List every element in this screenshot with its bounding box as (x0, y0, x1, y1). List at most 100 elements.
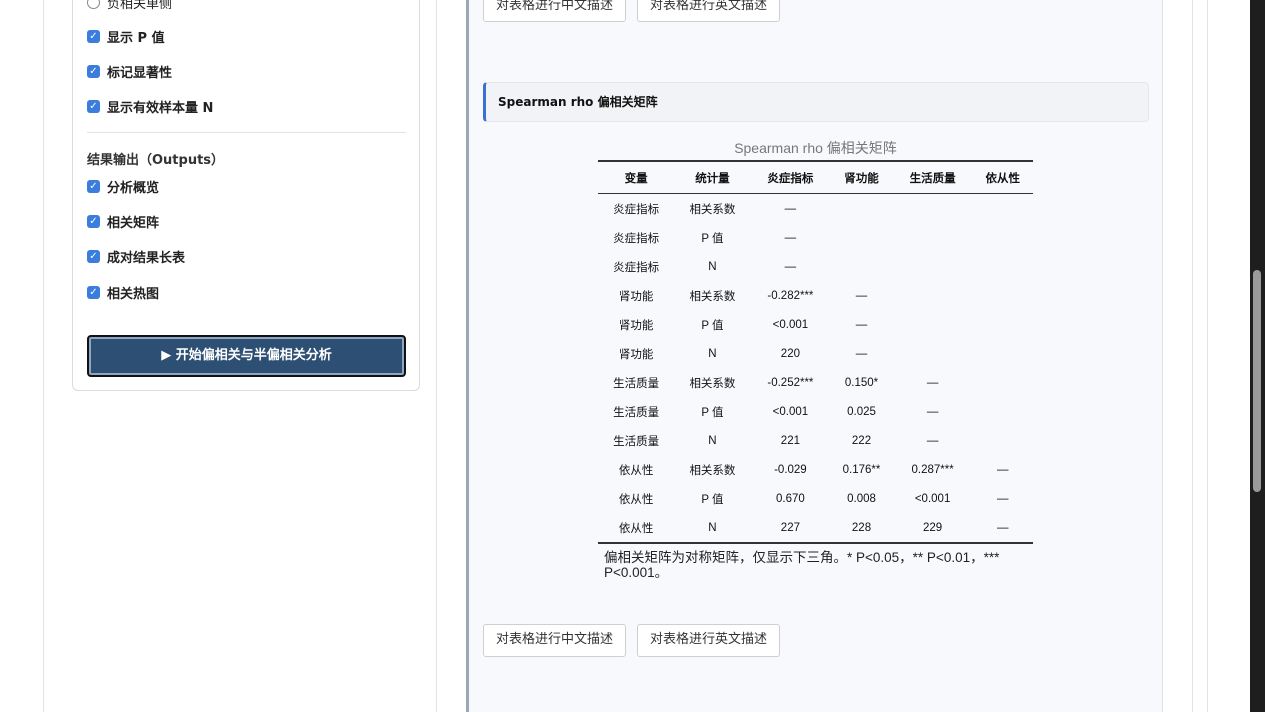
table-row: 依从性 N 227 228 229— (598, 513, 1033, 544)
output-matrix[interactable]: ✓ 相关矩阵 (87, 212, 159, 231)
checkbox-checked-icon[interactable]: ✓ (87, 215, 100, 228)
cell-renal: — (855, 347, 868, 360)
cell-statistic: 相关系数 (689, 290, 736, 303)
cell-inflammation: — (784, 231, 797, 244)
cell-renal: 0.150* (844, 376, 879, 389)
divider (87, 132, 406, 133)
cell-adherence (972, 223, 1033, 252)
table-caption: Spearman rho 偏相关矩阵 (734, 140, 897, 156)
cell-variable: 炎症指标 (613, 203, 660, 216)
checkbox-checked-icon[interactable]: ✓ (87, 30, 100, 43)
cell-statistic: 相关系数 (689, 464, 736, 477)
cell-renal: 0.025 (847, 405, 876, 418)
table-row: 炎症指标 P 值 — (598, 223, 1033, 252)
option-mark-significance[interactable]: ✓ 标记显著性 (87, 62, 172, 81)
cell-renal: 0.176** (842, 463, 881, 476)
cell-adherence (972, 426, 1033, 455)
cell-renal (830, 194, 893, 224)
cell-quality-of-life: — (926, 405, 939, 418)
cell-inflammation: -0.252*** (767, 376, 814, 389)
cell-variable: 肾功能 (618, 290, 654, 303)
cell-variable: 生活质量 (613, 377, 660, 390)
section-header: Spearman rho 偏相关矩阵 (483, 82, 1149, 122)
output-heatmap[interactable]: ✓ 相关热图 (87, 283, 159, 302)
table-note: 偏相关矩阵为对称矩阵，仅显示下三角。* P<0.05，** P<0.01，***… (604, 550, 1000, 580)
header-quality-of-life: 生活质量 (892, 160, 973, 194)
cell-inflammation: 220 (780, 347, 800, 360)
option-show-n[interactable]: ✓ 显示有效样本量 N (87, 97, 213, 116)
cell-adherence: — (972, 513, 1033, 544)
cell-quality-of-life (893, 223, 973, 252)
cell-statistic: N (708, 434, 717, 447)
frame-line-left (43, 0, 44, 712)
cell-variable: 依从性 (618, 493, 654, 506)
option-negative-one-sided[interactable]: 负相关单侧 (87, 0, 172, 12)
output-label: 相关矩阵 (107, 216, 160, 231)
cell-inflammation: <0.001 (772, 318, 809, 331)
cell-renal: 228 (830, 513, 893, 544)
table-row: 炎症指标 相关系数 — (598, 194, 1033, 224)
output-pairwise-long[interactable]: ✓ 成对结果长表 (87, 247, 185, 266)
checkbox-checked-icon[interactable]: ✓ (87, 286, 100, 299)
cell-renal: 0.008 (847, 492, 876, 505)
header-statistic: 统计量 (674, 160, 751, 194)
cell-quality-of-life: 229 (892, 513, 973, 544)
cell-statistic: N (708, 347, 717, 360)
cell-variable: 生活质量 (613, 406, 660, 419)
cell-adherence (972, 194, 1033, 224)
checkbox-checked-icon[interactable]: ✓ (87, 250, 100, 263)
cell-inflammation: 0.670 (776, 492, 805, 505)
cell-adherence (972, 339, 1033, 368)
cell-inflammation: 227 (750, 513, 831, 544)
table-row: 炎症指标 N — (598, 252, 1033, 281)
cell-quality-of-life (893, 310, 973, 339)
frame-line-right (1192, 0, 1193, 712)
table-row: 肾功能 P 值 <0.001 — (598, 310, 1033, 339)
cell-inflammation: — (784, 260, 797, 273)
cell-adherence: — (996, 492, 1009, 505)
cell-variable: 依从性 (598, 513, 675, 544)
cell-statistic: P 值 (701, 232, 724, 245)
table-row: 生活质量 相关系数 -0.252*** 0.150* — (598, 368, 1033, 397)
describe-table-english-button[interactable]: 对表格进行英文描述 (637, 624, 781, 657)
cell-quality-of-life (893, 194, 973, 224)
header-inflammation: 炎症指标 (750, 160, 831, 194)
scrollbar-thumb[interactable] (1253, 270, 1261, 492)
option-show-p[interactable]: ✓ 显示 P 值 (87, 27, 165, 46)
cell-quality-of-life: 0.287*** (911, 463, 954, 476)
describe-table-chinese-button-top[interactable]: 对表格进行中文描述 (483, 0, 627, 22)
cell-renal: 222 (851, 434, 872, 447)
cell-inflammation: <0.001 (772, 405, 809, 418)
describe-table-english-button-top[interactable]: 对表格进行英文描述 (637, 0, 781, 22)
cell-statistic: 相关系数 (689, 377, 736, 390)
table-row: 肾功能 相关系数 -0.282*** — (598, 281, 1033, 310)
outputs-title: 结果输出（Outputs） (87, 153, 225, 168)
frame-line-mid (436, 0, 437, 712)
checkbox-checked-icon[interactable]: ✓ (87, 100, 100, 113)
cell-variable: 生活质量 (613, 435, 660, 448)
cell-variable: 炎症指标 (613, 261, 660, 274)
describe-table-chinese-button[interactable]: 对表格进行中文描述 (483, 624, 627, 657)
cell-statistic: 相关系数 (689, 203, 736, 216)
table-row: 依从性 相关系数 -0.029 0.176** 0.287*** — (598, 455, 1033, 484)
cell-statistic: P 值 (701, 406, 724, 419)
checkbox-checked-icon[interactable]: ✓ (87, 65, 100, 78)
option-label: 显示 P 值 (107, 31, 165, 46)
cell-inflammation: -0.282*** (767, 289, 814, 302)
cell-variable: 肾功能 (618, 319, 654, 332)
cell-renal: — (855, 318, 868, 331)
cell-variable: 依从性 (618, 464, 654, 477)
radio-icon[interactable] (87, 0, 100, 9)
cell-adherence: — (996, 463, 1009, 476)
run-analysis-button[interactable]: ▶ 开始偏相关与半偏相关分析 (87, 335, 406, 377)
cell-renal (830, 252, 893, 281)
option-label: 标记显著性 (107, 66, 173, 81)
correlation-table: 变量 统计量 炎症指标 肾功能 生活质量 依从性 炎症指标 相关系数 — 炎症指标 P … (598, 160, 1033, 544)
cell-quality-of-life (893, 281, 973, 310)
output-overview[interactable]: ✓ 分析概览 (87, 177, 159, 196)
output-label: 成对结果长表 (107, 251, 186, 266)
cell-renal: — (855, 289, 868, 302)
cell-statistic: N (708, 260, 717, 273)
checkbox-checked-icon[interactable]: ✓ (87, 180, 100, 193)
option-label: 显示有效样本量 N (107, 101, 214, 116)
